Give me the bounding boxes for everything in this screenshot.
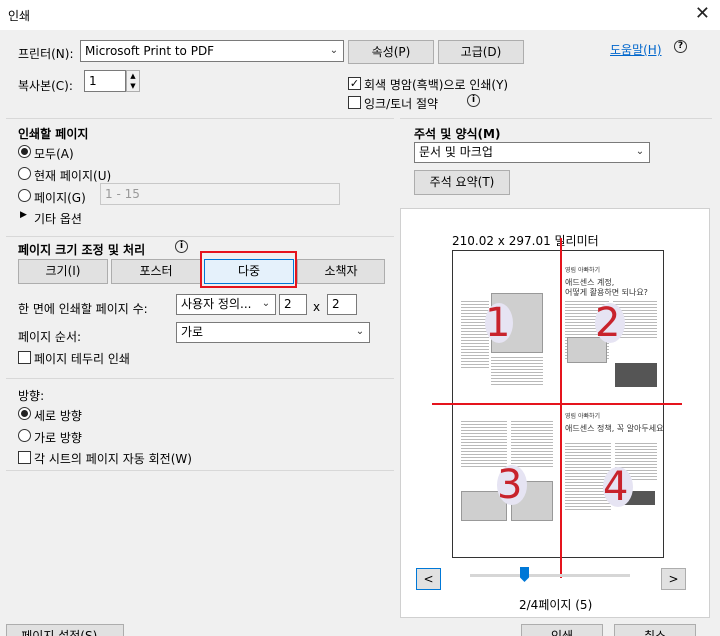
radio-landscape-label: 가로 방향 [34, 431, 82, 445]
properties-button[interactable]: 속성(P) [348, 40, 434, 64]
prev-page-button[interactable]: < [416, 568, 441, 590]
close-icon[interactable]: ✕ [695, 4, 710, 24]
pages-per-sheet-label: 한 면에 인쇄할 페이지 수: [18, 302, 148, 316]
page-info: 2/4페이지 (5) [519, 598, 593, 612]
overlay-number-1: 1 [485, 300, 511, 346]
summarize-comments-button[interactable]: 주석 요약(T) [414, 170, 510, 195]
divider [6, 236, 394, 237]
copies-value: 1 [89, 74, 97, 88]
radio-current-label: 현재 페이지(U) [34, 169, 112, 183]
mini-kicker: 영림 아빠하기 [565, 267, 601, 274]
help-icon[interactable]: ? [674, 40, 687, 53]
auto-rotate-label: 각 시트의 페이지 자동 회전(W) [34, 452, 192, 466]
chevron-down-icon: ⌄ [261, 298, 271, 309]
page-order-value: 가로 [181, 325, 204, 339]
radio-portrait-label: 세로 방향 [34, 409, 82, 423]
mini-text [491, 355, 543, 387]
radio-landscape[interactable] [18, 429, 31, 442]
help-link[interactable]: 도움말(H) [610, 41, 662, 58]
horizontal-divider-line [432, 403, 682, 405]
preview-dimensions: 210.02 x 297.01 밀리미터 [452, 234, 599, 248]
comments-heading: 주석 및 양식(M) [414, 127, 501, 141]
pages-per-sheet-select[interactable]: 사용자 정의... ⌄ [176, 294, 276, 315]
tab-poster[interactable]: 포스터 [111, 259, 201, 284]
radio-current-page[interactable] [18, 167, 31, 180]
page-sizing-heading: 페이지 크기 조정 및 처리 [18, 243, 146, 257]
info-icon[interactable]: i [175, 240, 188, 253]
save-ink-checkbox[interactable] [348, 96, 361, 109]
copies-input[interactable]: 1 [84, 70, 126, 92]
more-options-label[interactable]: 기타 옵션 [34, 210, 82, 227]
grayscale-label: 회색 명암(흑백)으로 인쇄(Y) [364, 78, 509, 92]
page-order-label: 페이지 순서: [18, 330, 82, 344]
page-setup-button[interactable]: 페이지 설정(S)... [6, 624, 124, 636]
overlay-number-4: 4 [603, 464, 629, 510]
printer-select[interactable]: Microsoft Print to PDF ⌄ [80, 40, 344, 62]
divider [400, 118, 712, 119]
divider [6, 378, 394, 379]
printer-label: 프린터(N): [18, 47, 74, 61]
triangle-right-icon[interactable]: ▶ [20, 210, 27, 220]
info-icon[interactable]: i [467, 94, 480, 107]
comments-selected: 문서 및 마크업 [419, 145, 493, 159]
chevron-down-icon: ⌄ [329, 45, 339, 56]
radio-pages-label: 페이지(G) [34, 191, 86, 205]
copies-stepper[interactable]: ▲ ▼ [126, 70, 140, 92]
radio-pages[interactable] [18, 189, 31, 202]
rows-value: 2 [332, 297, 340, 311]
overlay-number-2: 2 [595, 300, 621, 346]
tab-booklet[interactable]: 소책자 [297, 259, 385, 284]
pages-to-print-heading: 인쇄할 페이지 [18, 127, 89, 141]
save-ink-label: 잉크/토너 절약 [364, 97, 439, 111]
page-slider-track[interactable] [470, 574, 630, 577]
rows-input[interactable]: 2 [327, 294, 357, 315]
title-bar: 인쇄 ✕ [0, 0, 720, 30]
radio-portrait[interactable] [18, 407, 31, 420]
page-border-checkbox[interactable] [18, 351, 31, 364]
orientation-heading: 방향: [18, 389, 45, 403]
page-order-select[interactable]: 가로 ⌄ [176, 322, 370, 343]
highlight-box [200, 251, 297, 288]
print-button[interactable]: 인쇄 [521, 624, 603, 636]
next-page-button[interactable]: > [661, 568, 686, 590]
overlay-number-3: 3 [497, 462, 523, 508]
copies-label: 복사본(C): [18, 79, 73, 93]
mini-dark-block [615, 363, 657, 387]
pages-per-sheet-value: 사용자 정의... [181, 297, 252, 311]
comments-select[interactable]: 문서 및 마크업 ⌄ [414, 142, 650, 163]
pages-range-input[interactable]: 1 - 15 [100, 183, 340, 205]
times-label: x [313, 300, 321, 314]
columns-value: 2 [284, 297, 292, 311]
columns-input[interactable]: 2 [279, 294, 307, 315]
mini-title: 어떻게 활용하면 되나요? [565, 288, 648, 297]
pages-range-placeholder: 1 - 15 [105, 187, 140, 201]
radio-all[interactable] [18, 145, 31, 158]
chevron-down-icon: ⌄ [355, 326, 365, 337]
vertical-divider-line [560, 238, 562, 578]
radio-all-label: 모두(A) [34, 147, 74, 161]
advanced-button[interactable]: 고급(D) [438, 40, 524, 64]
divider [6, 470, 394, 471]
mini-title: 애드센스 정책, 꼭 알아두세요! [565, 424, 664, 433]
grayscale-checkbox[interactable]: ✓ [348, 77, 361, 90]
mini-kicker: 영림 아빠하기 [565, 413, 601, 420]
divider [6, 118, 394, 119]
tab-size[interactable]: 크기(I) [18, 259, 108, 284]
auto-rotate-checkbox[interactable] [18, 451, 31, 464]
chevron-down-icon: ⌄ [635, 146, 645, 157]
printer-selected: Microsoft Print to PDF [85, 44, 215, 58]
window-title: 인쇄 [8, 9, 31, 23]
page-border-label: 페이지 테두리 인쇄 [34, 352, 130, 366]
cancel-button[interactable]: 취소 [614, 624, 696, 636]
